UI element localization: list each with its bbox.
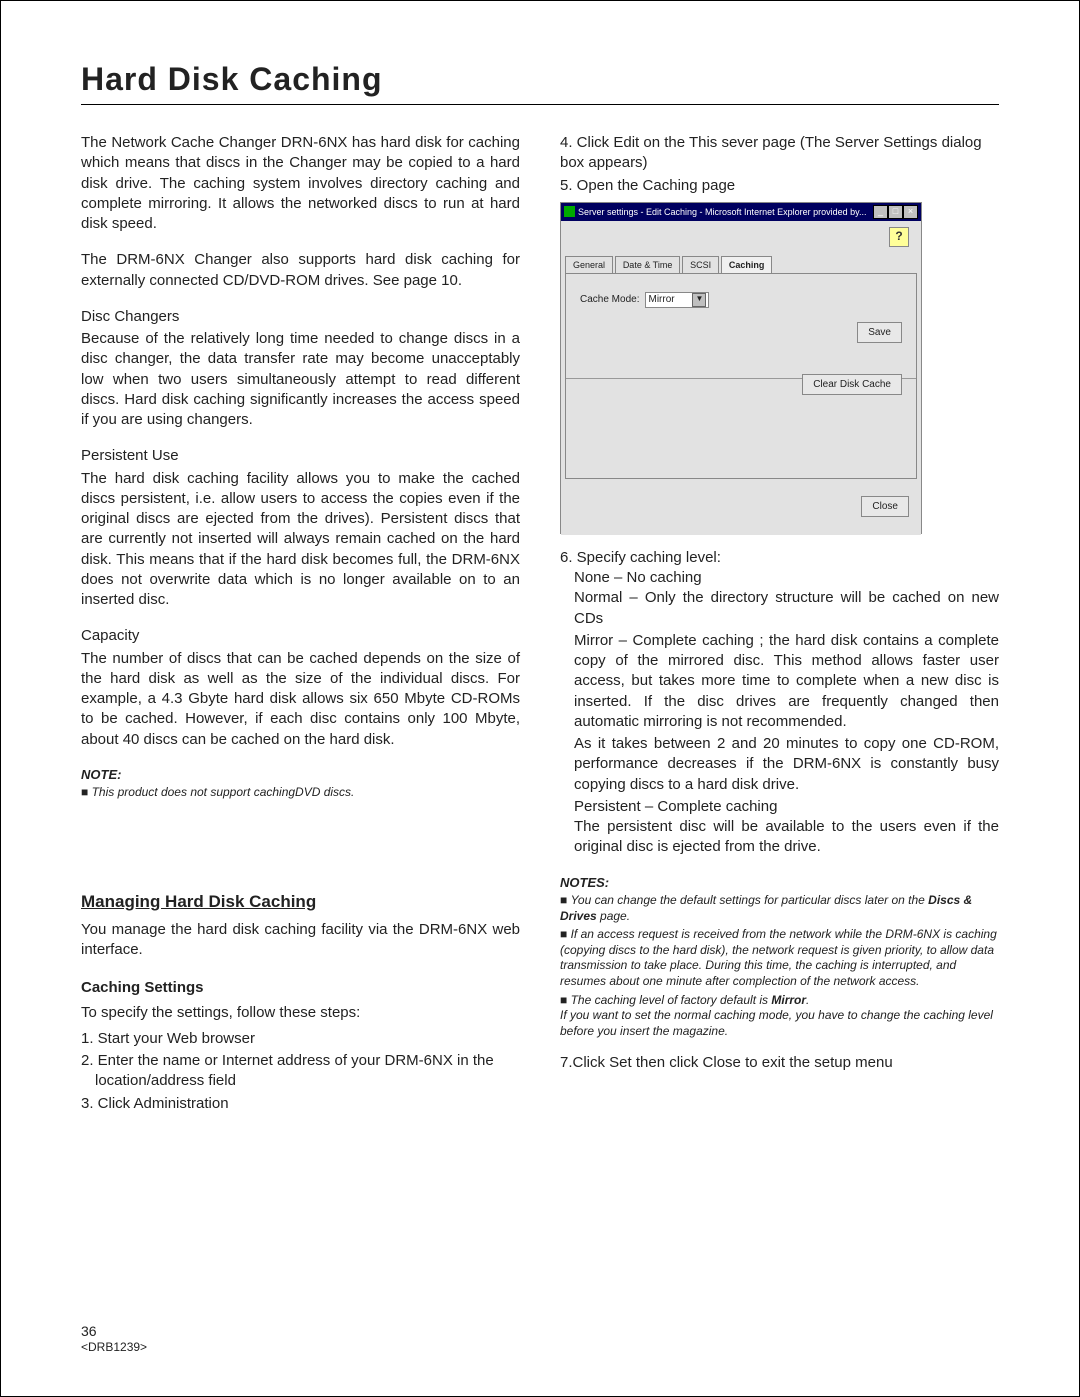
step-6: 6. Specify caching level:	[560, 548, 999, 568]
heading-caching-settings: Caching Settings	[81, 978, 520, 998]
p-capacity: The number of discs that can be cached d…	[81, 649, 520, 750]
note-heading: NOTE:	[81, 766, 520, 784]
notes-item-1: You can change the default settings for …	[560, 893, 999, 924]
cache-mode-row: Cache Mode: Mirror ▼	[580, 292, 902, 308]
right-column: 4. Click Edit on the This sever page (Th…	[560, 133, 999, 1116]
page-title: Hard Disk Caching	[81, 61, 999, 98]
level-normal: Normal – Only the directory structure wi…	[574, 588, 999, 629]
notes-item-2: If an access request is received from th…	[560, 927, 999, 989]
level-mirror-2: As it takes between 2 and 20 minutes to …	[574, 734, 999, 795]
level-mirror: Mirror – Complete caching ; the hard dis…	[574, 631, 999, 732]
doc-id: <DRB1239>	[81, 1340, 147, 1356]
dialog-body: ? General Date & Time SCSI Caching Cache…	[561, 221, 921, 535]
level-persistent: Persistent – Complete caching	[574, 797, 999, 817]
close-button[interactable]: Close	[861, 496, 909, 517]
app-icon	[564, 206, 575, 217]
dropdown-arrow-icon: ▼	[692, 293, 706, 307]
tab-general[interactable]: General	[565, 256, 613, 273]
heading-persistent-use: Persistent Use	[81, 446, 520, 466]
steps-list: 1. Start your Web browser 2. Enter the n…	[81, 1029, 520, 1114]
intro-p2: The DRM-6NX Changer also supports hard d…	[81, 250, 520, 291]
dialog-titlebar: Server settings - Edit Caching - Microso…	[561, 203, 921, 221]
p-managing: You manage the hard disk caching facilit…	[81, 920, 520, 961]
close-window-button[interactable]: ×	[903, 205, 918, 219]
cache-mode-select[interactable]: Mirror ▼	[645, 292, 709, 308]
notes-item-3: The caching level of factory default is …	[560, 993, 999, 1040]
minimize-button[interactable]: _	[873, 205, 888, 219]
dialog-screenshot: Server settings - Edit Caching - Microso…	[560, 202, 922, 534]
p-disc-changers: Because of the relatively long time need…	[81, 329, 520, 430]
note-list: This product does not support cachingDVD…	[81, 785, 520, 801]
step-7: 7.Click Set then click Close to exit the…	[560, 1053, 999, 1073]
step-1: 1. Start your Web browser	[81, 1029, 520, 1049]
step-5: 5. Open the Caching page	[560, 176, 999, 196]
heading-disc-changers: Disc Changers	[81, 307, 520, 327]
step-3: 3. Click Administration	[81, 1094, 520, 1114]
level-none: None – No caching	[574, 568, 999, 588]
maximize-button[interactable]: □	[888, 205, 903, 219]
tab-strip: General Date & Time SCSI Caching	[565, 255, 917, 274]
notes-heading: NOTES:	[560, 874, 999, 892]
window-buttons: _ □ ×	[873, 205, 918, 219]
p-persistent-use: The hard disk caching facility allows yo…	[81, 469, 520, 611]
intro-p1: The Network Cache Changer DRN-6NX has ha…	[81, 133, 520, 234]
save-button[interactable]: Save	[857, 322, 902, 343]
cache-mode-label: Cache Mode:	[580, 293, 639, 307]
step-2: 2. Enter the name or Internet address of…	[81, 1051, 520, 1092]
tab-caching[interactable]: Caching	[721, 256, 773, 273]
columns: The Network Cache Changer DRN-6NX has ha…	[81, 133, 999, 1116]
notes-list: You can change the default settings for …	[560, 893, 999, 1039]
tab-date-time[interactable]: Date & Time	[615, 256, 681, 273]
heading-managing: Managing Hard Disk Caching	[81, 891, 520, 914]
clear-disk-cache-button[interactable]: Clear Disk Cache	[802, 374, 902, 395]
page-number: 36	[81, 1322, 147, 1340]
note-item: This product does not support cachingDVD…	[81, 785, 520, 801]
cache-mode-value: Mirror	[648, 293, 674, 307]
tab-panel: Cache Mode: Mirror ▼ Save Clear Disk Cac…	[565, 274, 917, 479]
level-persistent-2: The persistent disc will be available to…	[574, 817, 999, 858]
help-icon[interactable]: ?	[889, 227, 909, 247]
dialog-title: Server settings - Edit Caching - Microso…	[578, 206, 870, 218]
heading-capacity: Capacity	[81, 626, 520, 646]
title-rule	[81, 104, 999, 105]
page-footer: 36 <DRB1239>	[81, 1322, 147, 1356]
left-column: The Network Cache Changer DRN-6NX has ha…	[81, 133, 520, 1116]
step-4: 4. Click Edit on the This sever page (Th…	[560, 133, 999, 174]
page: Hard Disk Caching The Network Cache Chan…	[0, 0, 1080, 1397]
tab-scsi[interactable]: SCSI	[682, 256, 719, 273]
p-caching-settings: To specify the settings, follow these st…	[81, 1003, 520, 1023]
